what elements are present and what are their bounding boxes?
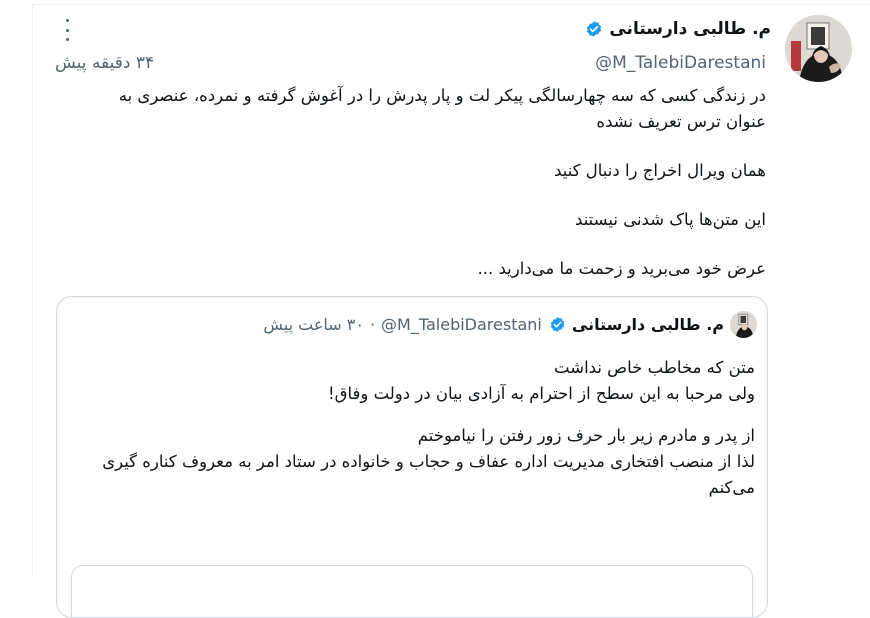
- quoted-author-name: م. طالبی دارستانی: [571, 315, 724, 334]
- quoted-media[interactable]: [71, 565, 753, 617]
- quoted-author-handle: @M_TalebiDarestani: [381, 315, 542, 334]
- separator-dot: ·: [369, 315, 376, 334]
- tweet-paragraph: در زندگی کسی که سه چهارسالگی پیکر لت و پ…: [118, 86, 766, 131]
- tweet-paragraph: عرض خود می‌برید و زحمت ما می‌دارید ...: [477, 259, 766, 278]
- quoted-tweet[interactable]: م. طالبی دارستانی @M_TalebiDarestani · ۳…: [56, 296, 768, 618]
- quoted-line: ولی مرحبا به این سطح از احترام به آزادی …: [328, 384, 755, 403]
- tweet-paragraph: همان ویرال اخراج را دنبال کنید: [554, 161, 766, 180]
- quoted-paragraph: از پدر و مادرم زیر بار حرف زور رفتن را ن…: [77, 423, 755, 501]
- more-options-icon[interactable]: [61, 19, 73, 41]
- quoted-header: م. طالبی دارستانی @M_TalebiDarestani · ۳…: [263, 311, 757, 338]
- quoted-time: ۳۰ ساعت پیش: [263, 315, 364, 334]
- tweet-time[interactable]: ۳۴ دقیقه پیش: [55, 53, 154, 73]
- verified-badge-icon: [585, 20, 603, 38]
- quoted-text: متن که مخاطب خاص نداشت ولی مرحبا به این …: [77, 355, 755, 517]
- avatar[interactable]: [785, 15, 852, 82]
- quoted-line: از پدر و مادرم زیر بار حرف زور رفتن را ن…: [417, 426, 755, 445]
- author-name[interactable]: م. طالبی دارستانی: [609, 19, 771, 39]
- quoted-line: متن که مخاطب خاص نداشت: [554, 358, 755, 377]
- quoted-line: لذا از منصب افتخاری مدیریت اداره عفاف و …: [102, 452, 755, 497]
- tweet-paragraph: این متن‌ها پاک شدنی نیستند: [575, 210, 766, 229]
- author-row: م. طالبی دارستانی: [585, 19, 771, 39]
- quoted-avatar: [730, 311, 757, 338]
- verified-badge-icon: [548, 316, 566, 334]
- quoted-paragraph: متن که مخاطب خاص نداشت ولی مرحبا به این …: [77, 355, 755, 407]
- author-handle[interactable]: @M_TalebiDarestani: [595, 53, 766, 73]
- tweet[interactable]: م. طالبی دارستانی @M_TalebiDarestani ۳۴ …: [33, 5, 870, 618]
- tweet-text: در زندگی کسی که سه چهارسالگی پیکر لت و پ…: [75, 83, 766, 305]
